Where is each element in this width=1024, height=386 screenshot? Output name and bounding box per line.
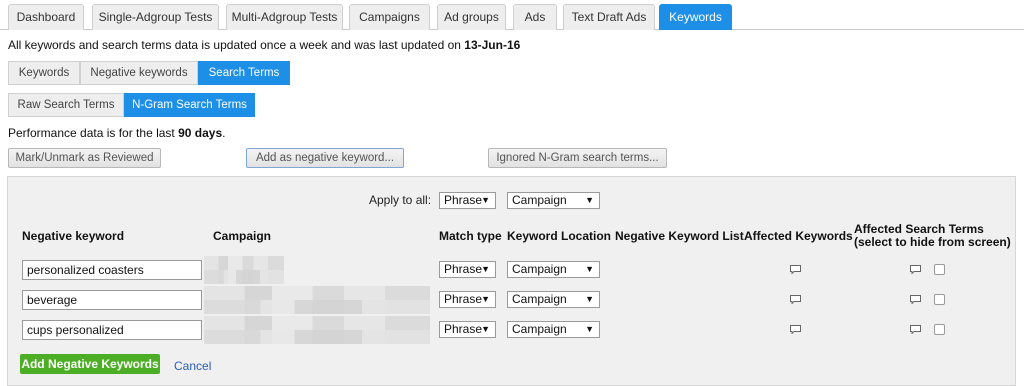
tab-text-draft-ads[interactable]: Text Draft Ads (563, 4, 655, 30)
dropdown-arrow-icon: ▼ (481, 324, 490, 334)
keyword-location-value: Campaign (512, 262, 567, 276)
header-affected-keywords: Affected Keywords (744, 229, 853, 243)
dropdown-arrow-icon: ▼ (585, 294, 594, 304)
affected-keywords-comment-icon[interactable] (790, 295, 801, 304)
dropdown-arrow-icon: ▼ (585, 195, 594, 205)
match-type-select[interactable]: Phrase ▼ (439, 321, 496, 338)
affected-keywords-comment-icon[interactable] (790, 265, 801, 274)
keyword-location-value: Campaign (512, 292, 567, 306)
tab-ngram-search-terms[interactable]: N-Gram Search Terms (124, 93, 255, 117)
apply-all-match-select[interactable]: Phrase ▼ (439, 192, 496, 209)
performance-note: Performance data is for the last 90 days… (8, 126, 225, 140)
update-note-date: 13-Jun-16 (464, 38, 521, 52)
affected-search-terms-comment-icon[interactable] (910, 325, 921, 334)
dropdown-arrow-icon: ▼ (585, 264, 594, 274)
tab-keywords[interactable]: Keywords (659, 4, 732, 30)
add-negative-keyword-button[interactable]: Add as negative keyword... (246, 148, 404, 168)
keyword-location-select[interactable]: Campaign ▼ (507, 321, 600, 338)
ignored-ngram-button[interactable]: Ignored N-Gram search terms... (488, 148, 667, 168)
hide-row-checkbox[interactable] (934, 294, 945, 305)
affected-search-terms-comment-icon[interactable] (910, 295, 921, 304)
tab-multi-adgroup-tests[interactable]: Multi-Adgroup Tests (226, 4, 343, 30)
dropdown-arrow-icon: ▼ (481, 294, 490, 304)
mark-reviewed-button[interactable]: Mark/Unmark as Reviewed (8, 148, 161, 168)
tab-ads[interactable]: Ads (513, 4, 557, 30)
tab-dashboard[interactable]: Dashboard (8, 4, 84, 30)
header-keyword-location: Keyword Location (507, 229, 612, 243)
dropdown-arrow-icon: ▼ (481, 195, 490, 205)
affected-keywords-comment-icon[interactable] (790, 325, 801, 334)
campaign-name-redacted (204, 286, 430, 314)
header-affected-search-terms-sub: (select to hide from screen) (854, 235, 1011, 249)
affected-search-terms-comment-icon[interactable] (910, 265, 921, 274)
tab-raw-search-terms[interactable]: Raw Search Terms (8, 93, 124, 117)
performance-note-period: 90 days (178, 126, 223, 140)
header-negative-keyword-list: Negative Keyword List (615, 229, 744, 243)
header-campaign: Campaign (213, 229, 272, 243)
match-type-value: Phrase (444, 292, 483, 306)
subtab-negative-keywords[interactable]: Negative keywords (80, 61, 198, 85)
header-affected-search-terms: Affected Search Terms (select to hide fr… (854, 223, 1011, 249)
match-type-value: Phrase (444, 262, 483, 276)
hide-row-checkbox[interactable] (934, 324, 945, 335)
main-tab-bar: Dashboard Single-Adgroup Tests Multi-Adg… (0, 0, 1024, 30)
negative-keyword-input[interactable]: personalized coasters (22, 260, 202, 280)
keyword-location-value: Campaign (512, 322, 567, 336)
apply-all-location-select[interactable]: Campaign ▼ (507, 192, 600, 209)
hide-row-checkbox[interactable] (934, 264, 945, 275)
keyword-location-select[interactable]: Campaign ▼ (507, 261, 600, 278)
cancel-link[interactable]: Cancel (174, 359, 211, 373)
apply-all-match-value: Phrase (444, 193, 483, 207)
keyword-location-select[interactable]: Campaign ▼ (507, 291, 600, 308)
add-negative-keywords-button[interactable]: Add Negative Keywords (20, 354, 160, 374)
update-note: All keywords and search terms data is up… (8, 38, 520, 52)
subtab-search-terms[interactable]: Search Terms (198, 61, 290, 85)
apply-to-all-label: Apply to all: (369, 193, 432, 207)
performance-note-prefix: Performance data is for the last (8, 126, 179, 140)
match-type-value: Phrase (444, 322, 483, 336)
subtab-keywords[interactable]: Keywords (8, 61, 80, 85)
negative-keyword-input[interactable]: beverage (22, 290, 202, 310)
campaign-name-redacted (204, 316, 430, 344)
tab-campaigns[interactable]: Campaigns (349, 4, 430, 30)
dropdown-arrow-icon: ▼ (481, 264, 490, 274)
match-type-select[interactable]: Phrase ▼ (439, 261, 496, 278)
tab-ad-groups[interactable]: Ad groups (437, 4, 506, 30)
apply-all-location-value: Campaign (512, 193, 567, 207)
header-negative-keyword: Negative keyword (22, 229, 125, 243)
header-match-type: Match type (439, 229, 502, 243)
match-type-select[interactable]: Phrase ▼ (439, 291, 496, 308)
tab-single-adgroup-tests[interactable]: Single-Adgroup Tests (92, 4, 219, 30)
dropdown-arrow-icon: ▼ (585, 324, 594, 334)
update-note-prefix: All keywords and search terms data is up… (8, 38, 465, 52)
performance-note-suffix: . (222, 126, 226, 140)
campaign-name-redacted (204, 256, 284, 284)
negative-keyword-input[interactable]: cups personalized (22, 320, 202, 340)
